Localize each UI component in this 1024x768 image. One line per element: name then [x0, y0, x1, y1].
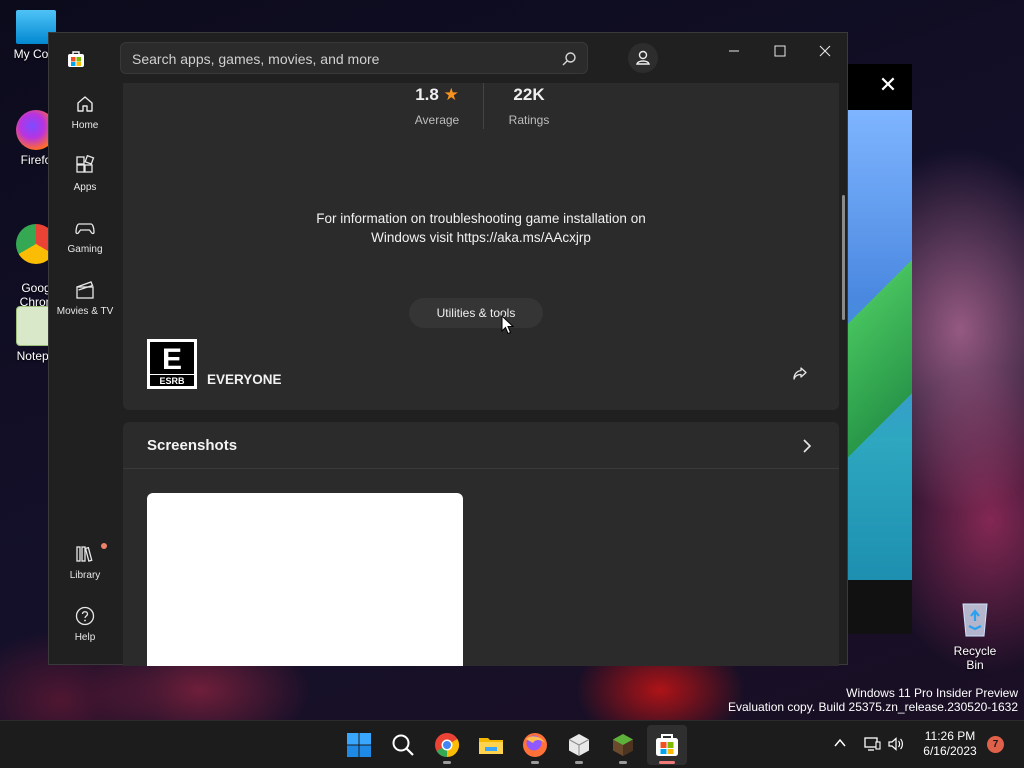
category-utilities-tools-button[interactable]: Utilities & tools: [409, 298, 543, 328]
left-navigation: Home Apps Gaming Movies & TV Library Hel…: [49, 83, 121, 666]
esrb-rating-badge: E ESRB: [147, 339, 197, 389]
troubleshooting-info-text: For information on troubleshooting game …: [316, 211, 646, 245]
file-explorer-icon[interactable]: [477, 731, 505, 759]
maximize-button[interactable]: [762, 41, 798, 61]
network-icon[interactable]: [863, 736, 881, 752]
firefox-running-indicator: [531, 761, 539, 764]
start-button[interactable]: [345, 731, 373, 759]
esrb-rating-label: EVERYONE: [207, 372, 282, 387]
product-details-content: 1.8 ★ Average 22K Ratings For informatio…: [123, 83, 845, 666]
nav-item-label: Help: [74, 632, 96, 643]
cube-app-running-indicator: [575, 761, 583, 764]
search-button[interactable]: [389, 731, 417, 759]
star-icon: ★: [443, 85, 459, 104]
close-button[interactable]: [807, 41, 843, 61]
rating-value: 1.8: [415, 85, 439, 104]
nav-item-gaming[interactable]: Gaming: [49, 217, 121, 273]
person-icon: [636, 50, 650, 65]
average-rating: 1.8 ★ Average: [411, 85, 463, 127]
nav-item-label: Gaming: [67, 244, 103, 255]
firefox-taskbar-icon[interactable]: [521, 731, 549, 759]
screenshot-thumbnail[interactable]: [147, 493, 463, 666]
background-window-footer: [848, 580, 912, 634]
nav-item-label: Apps: [73, 182, 97, 193]
library-icon: [76, 546, 93, 562]
clock-date: 6/16/2023: [923, 744, 977, 758]
chrome-taskbar-icon[interactable]: [433, 731, 461, 759]
help-icon: [75, 606, 95, 626]
taskbar: 11:26 PM 6/16/2023 7: [0, 720, 1024, 768]
watermark-line-2: Evaluation copy. Build 25375.zn_release.…: [728, 700, 1018, 714]
apps-icon: [76, 155, 95, 173]
store-titlebar: Search apps, games, movies, and more: [49, 33, 849, 83]
nav-item-apps[interactable]: Apps: [49, 155, 121, 211]
rating-label: Average: [414, 113, 460, 127]
watermark-line-1: Windows 11 Pro Insider Preview: [846, 686, 1018, 700]
screenshots-divider: [123, 468, 839, 469]
account-button[interactable]: [628, 43, 658, 73]
rating-count-value: 22K: [513, 85, 545, 104]
system-clock[interactable]: 11:26 PM 6/16/2023: [914, 729, 986, 759]
search-input[interactable]: Search apps, games, movies, and more: [132, 51, 379, 67]
windows-evaluation-watermark: Windows 11 Pro Insider Preview Evaluatio…: [728, 686, 1018, 714]
store-active-indicator: [659, 761, 675, 764]
microsoft-store-taskbar-icon[interactable]: [653, 731, 681, 759]
search-icon[interactable]: [561, 51, 577, 67]
cube-app-icon[interactable]: [565, 731, 593, 759]
nav-item-label: Home: [71, 120, 99, 131]
nav-item-home[interactable]: Home: [49, 93, 121, 149]
minecraft-icon[interactable]: [609, 731, 637, 759]
volume-icon[interactable]: [887, 736, 905, 752]
rating-count: 22K Ratings: [503, 85, 555, 127]
recycle-bin-icon: [962, 603, 988, 637]
nav-item-label: Library: [69, 570, 101, 581]
home-icon: [77, 96, 93, 112]
screenshots-heading[interactable]: Screenshots: [147, 437, 237, 454]
rating-divider: [483, 83, 484, 129]
clock-time: 11:26 PM: [924, 729, 976, 743]
background-window-close-button[interactable]: ✕: [870, 70, 906, 100]
search-box[interactable]: Search apps, games, movies, and more: [120, 42, 588, 74]
minimize-button[interactable]: [716, 41, 752, 61]
nav-item-label: Movies & TV: [56, 306, 114, 317]
esrb-letter: E: [162, 343, 182, 376]
esrb-logo: E ESRB: [149, 341, 195, 387]
notification-count-badge[interactable]: 7: [987, 736, 1004, 753]
chevron-up-icon[interactable]: [833, 736, 847, 750]
gamepad-icon: [75, 223, 95, 235]
minecraft-running-indicator: [619, 761, 627, 764]
vertical-scrollbar[interactable]: [842, 195, 845, 320]
background-window-content: [848, 110, 912, 580]
nav-item-help[interactable]: Help: [49, 605, 121, 661]
microsoft-store-window: Search apps, games, movies, and more Hom…: [48, 32, 849, 666]
esrb-brand: ESRB: [159, 376, 185, 386]
nav-item-library[interactable]: Library: [49, 543, 121, 599]
product-info-card: 1.8 ★ Average 22K Ratings For informatio…: [123, 83, 839, 410]
screenshots-section: Screenshots: [123, 422, 839, 666]
rating-count-label: Ratings: [508, 113, 550, 127]
share-icon[interactable]: [791, 365, 809, 383]
chrome-running-indicator: [443, 761, 451, 764]
nav-item-movies-tv[interactable]: Movies & TV: [49, 279, 121, 335]
desktop-icon-label: Recycle Bin: [953, 644, 997, 672]
store-logo-icon: [68, 51, 84, 67]
chevron-right-icon[interactable]: [799, 438, 815, 454]
mouse-cursor-icon: [501, 315, 514, 335]
clapperboard-icon: [76, 281, 94, 299]
desktop-icon-recycle-bin[interactable]: Recycle Bin: [944, 598, 1006, 672]
library-notification-dot: [101, 543, 107, 549]
